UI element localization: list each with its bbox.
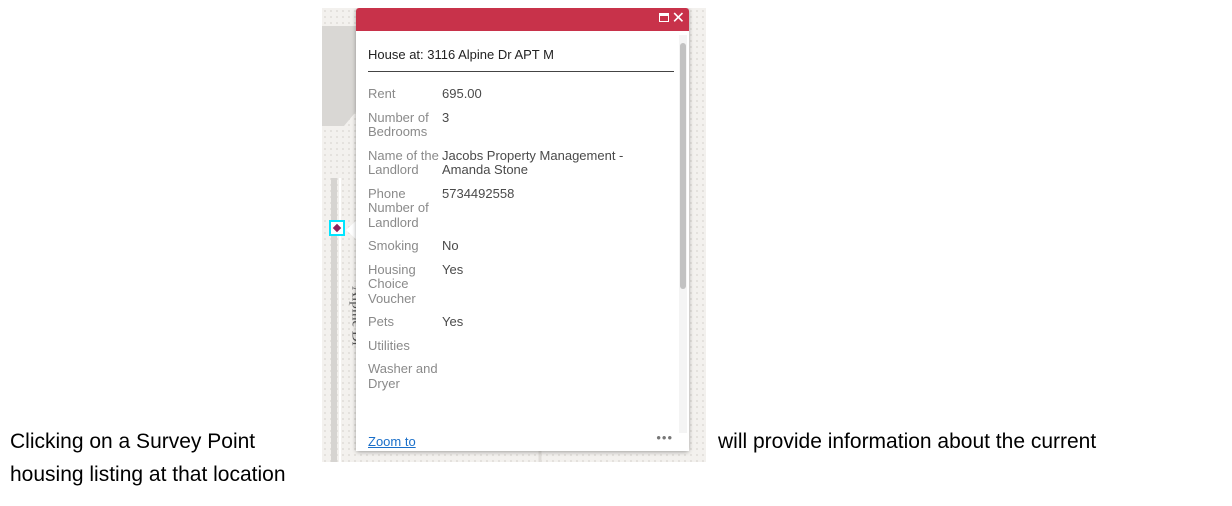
attribute-value [442,339,662,354]
attribute-name: Housing Choice Voucher [368,261,416,306]
attribute-name: Name of the Landlord [368,147,439,177]
attribute-name: Washer and Dryer [368,361,438,391]
attribute-row-bedrooms: Number of Bedrooms 3 [368,109,674,140]
attribute-name: Utilities [368,337,410,353]
close-icon[interactable]: ✕ [672,10,685,26]
survey-point-marker[interactable] [329,220,345,236]
attribute-name: Rent [368,86,396,101]
attribute-value: Yes [442,261,464,277]
attribute-table: Rent 695.00 Number of Bedrooms 3 Name of… [368,86,674,400]
maximize-icon[interactable] [659,13,669,22]
attribute-row-rent: Rent 695.00 [368,86,674,102]
attribute-row-phone: Phone Number of Landlord 5734492558 [368,185,674,231]
attribute-name: Smoking [368,238,419,253]
attribute-row-landlord: Name of the Landlord Jacobs Property Man… [368,147,674,178]
attribute-row-pets: Pets Yes [368,314,674,330]
attribute-value: 695.00 [442,86,482,101]
info-popup: ✕ House at: 3116 Alpine Dr APT M Rent 69… [356,8,689,451]
map-screenshot[interactable]: Alpine Dr ✕ House at: 3116 Alpine Dr APT… [322,8,706,462]
attribute-value: 5734492558 [442,185,515,201]
attribute-name: Phone Number of Landlord [368,185,429,230]
attribute-value [442,362,662,391]
attribute-value: Yes [442,314,464,329]
attribute-row-smoking: Smoking No [368,238,674,254]
attribute-name: Pets [368,314,395,329]
scrollbar-thumb[interactable] [680,43,686,289]
popup-header: ✕ [356,8,689,31]
popup-scrollbar[interactable] [679,35,687,441]
attribute-name: Number of Bedrooms [368,109,429,139]
popup-title: House at: 3116 Alpine Dr APT M [368,47,674,72]
more-options-icon[interactable]: ••• [656,430,673,445]
attribute-row-washer: Washer and Dryer [368,361,674,391]
attribute-value: Jacobs Property Management - Amanda Ston… [442,147,624,177]
attribute-row-voucher: Housing Choice Voucher Yes [368,261,674,307]
popup-body[interactable]: House at: 3116 Alpine Dr APT M Rent 695.… [356,31,689,451]
survey-point-icon [332,223,342,233]
zoom-to-link[interactable]: Zoom to [368,434,416,449]
instruction-text-continued: will provide information about the curre… [718,430,1097,453]
instruction-text-end: housing listing at that location [10,463,286,486]
instruction-text-start: Clicking on a Survey Point [10,430,256,453]
attribute-value: 3 [442,109,450,125]
popup-footer: Zoom to ••• [356,430,689,451]
attribute-value: No [442,238,459,253]
attribute-row-utilities: Utilities [368,337,674,354]
